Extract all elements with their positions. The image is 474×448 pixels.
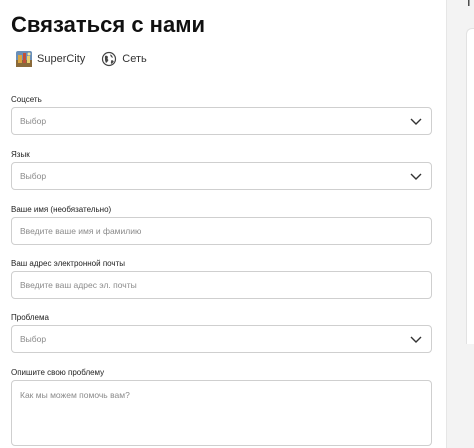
page-title: Связаться с нами — [11, 12, 205, 37]
social-select[interactable]: Выбор — [11, 107, 432, 135]
chevron-down-icon — [409, 169, 423, 183]
name-input[interactable]: Введите ваше имя и фамилию — [11, 217, 432, 245]
description-placeholder: Как мы можем помочь вам? — [20, 390, 130, 400]
chevron-down-icon — [409, 114, 423, 128]
problem-placeholder: Выбор — [20, 334, 47, 344]
description-label: Опишите свою проблему — [11, 368, 105, 377]
tag-label: Сеть — [122, 53, 147, 65]
language-label: Язык — [11, 150, 30, 159]
problem-select[interactable]: Выбор — [11, 325, 432, 353]
tag-supercity: SuperCity — [16, 51, 85, 67]
tag-label: SuperCity — [37, 53, 86, 65]
tag-network: Сеть — [101, 51, 147, 67]
email-label: Ваш адрес электронной почты — [11, 259, 126, 268]
problem-label: Проблема — [11, 313, 49, 322]
name-placeholder: Введите ваше имя и фамилию — [20, 226, 142, 236]
language-placeholder: Выбор — [20, 171, 47, 181]
contact-panel: Связаться с нами SuperCity Сеть Соцсеть … — [0, 0, 446, 448]
app-thumbnail-icon — [16, 51, 32, 67]
side-panel-label: П — [467, 0, 474, 9]
side-panel-edge — [466, 28, 474, 344]
chevron-down-icon — [409, 332, 423, 346]
social-placeholder: Выбор — [20, 116, 47, 126]
name-label: Ваше имя (необязательно) — [11, 205, 112, 214]
description-textarea[interactable]: Как мы можем помочь вам? — [11, 380, 432, 446]
app-tags: SuperCity Сеть — [16, 50, 163, 68]
email-input[interactable]: Введите ваш адрес эл. почты — [11, 271, 432, 299]
globe-icon — [101, 51, 117, 67]
social-label: Соцсеть — [11, 95, 42, 104]
email-placeholder: Введите ваш адрес эл. почты — [20, 280, 137, 290]
language-select[interactable]: Выбор — [11, 162, 432, 190]
